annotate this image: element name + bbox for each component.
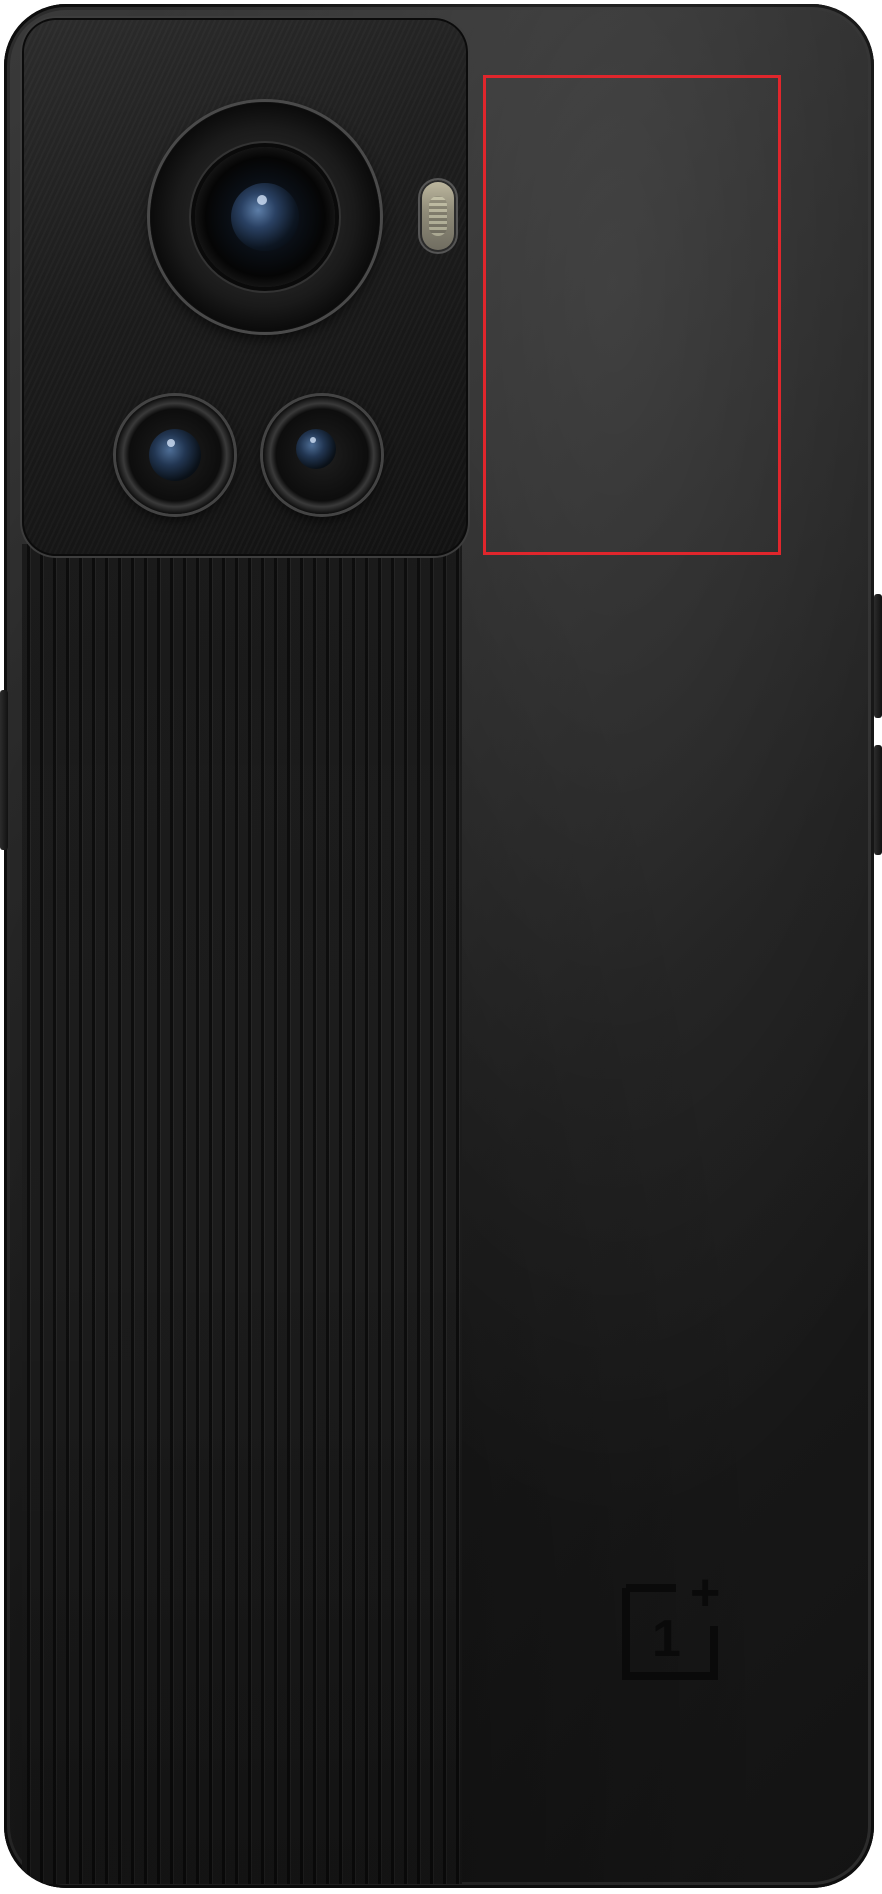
volume-button bbox=[0, 690, 8, 850]
main-camera-lens-icon bbox=[231, 183, 299, 251]
alert-slider bbox=[874, 594, 882, 718]
power-button bbox=[874, 745, 882, 855]
flash-icon bbox=[420, 180, 456, 252]
stripe-shading bbox=[22, 544, 462, 1884]
logo-plus: + bbox=[690, 1564, 720, 1622]
highlight-box bbox=[483, 75, 781, 555]
phone-back: 1 + bbox=[4, 4, 874, 1888]
oneplus-logo-icon: 1 + bbox=[622, 1564, 720, 1680]
macro-camera-lens-icon bbox=[296, 429, 336, 469]
ultrawide-camera-lens-icon bbox=[149, 429, 201, 481]
logo-digit: 1 bbox=[652, 1610, 681, 1668]
product-image: 1 + bbox=[0, 0, 882, 1894]
camera-module bbox=[22, 18, 468, 556]
